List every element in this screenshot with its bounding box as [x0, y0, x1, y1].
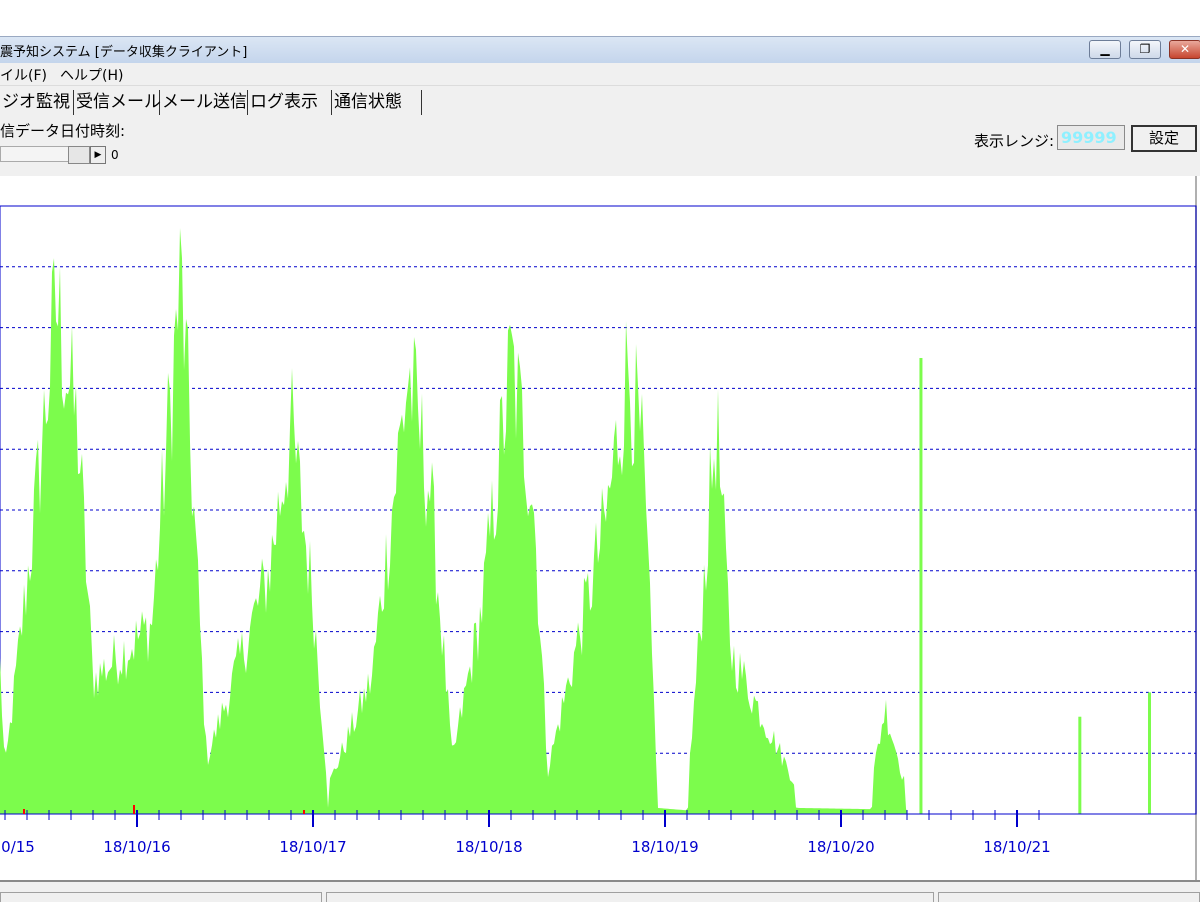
arrow-right-icon: ▶	[94, 150, 102, 160]
x-tick-label: 18/10/19	[631, 838, 698, 856]
screen-top-area	[0, 0, 1200, 36]
status-pane-1	[0, 892, 322, 902]
menu-file[interactable]: イル(F)	[0, 65, 47, 85]
tab-label: ログ表示	[250, 92, 318, 112]
x-tick-label: 0/15	[1, 838, 35, 856]
tab-received-mail[interactable]: 受信メール	[74, 90, 161, 115]
slider-value: 0	[111, 148, 119, 162]
menu-bar: イル(F) ヘルプ(H)	[0, 63, 1200, 86]
minimize-icon: ▁	[1100, 42, 1110, 56]
tab-log-view[interactable]: ログ表示	[248, 90, 332, 115]
tab-label: メール送信	[162, 92, 247, 112]
tab-comm-status[interactable]: 通信状態	[332, 90, 422, 115]
geo-chart: 0/15 18/10/16 18/10/17 18/10/18 18/10/19 18/1…	[0, 176, 1200, 880]
x-tick-label: 18/10/21	[983, 838, 1050, 856]
menu-help[interactable]: ヘルプ(H)	[60, 65, 123, 85]
close-button[interactable]: ✕	[1169, 40, 1200, 59]
tab-label: ジオ監視	[2, 92, 70, 112]
window-titlebar: 震予知システム [データ収集クライアント] ▁ ❐ ✕	[0, 36, 1200, 64]
tab-bar: ジオ監視 受信メール メール送信 ログ表示 通信状態	[0, 86, 1200, 116]
x-tick-label: 18/10/17	[279, 838, 346, 856]
window-title: 震予知システム [データ収集クライアント]	[0, 45, 248, 60]
tab-geo-monitor[interactable]: ジオ監視	[0, 90, 74, 115]
control-panel: 信データ日付時刻: ▶ 0 表示レンジ: 設定	[0, 116, 1200, 176]
set-button[interactable]: 設定	[1131, 125, 1197, 152]
status-bar	[0, 880, 1200, 902]
red-marker	[133, 805, 135, 814]
data-spike	[1148, 692, 1151, 814]
minimize-button[interactable]: ▁	[1089, 40, 1121, 59]
status-pane-2	[326, 892, 934, 902]
x-tick-label: 18/10/16	[103, 838, 170, 856]
date-slider-thumb[interactable]	[68, 146, 90, 164]
x-tick-label: 18/10/20	[807, 838, 874, 856]
tab-send-mail[interactable]: メール送信	[160, 90, 248, 115]
maximize-icon: ❐	[1139, 42, 1151, 56]
tab-label: 受信メール	[76, 92, 161, 112]
tab-label: 通信状態	[334, 92, 402, 112]
date-label: 信データ日付時刻:	[0, 122, 126, 140]
data-spike	[1078, 716, 1082, 814]
range-label: 表示レンジ:	[974, 132, 1055, 150]
red-marker	[303, 810, 305, 814]
red-marker	[23, 809, 25, 814]
data-spike	[919, 357, 923, 814]
range-input[interactable]	[1057, 125, 1125, 150]
slider-right-arrow-button[interactable]: ▶	[90, 146, 106, 164]
x-tick-label: 18/10/18	[455, 838, 522, 856]
status-pane-3	[938, 892, 1200, 902]
close-icon: ✕	[1179, 42, 1191, 56]
maximize-button[interactable]: ❐	[1129, 40, 1161, 59]
